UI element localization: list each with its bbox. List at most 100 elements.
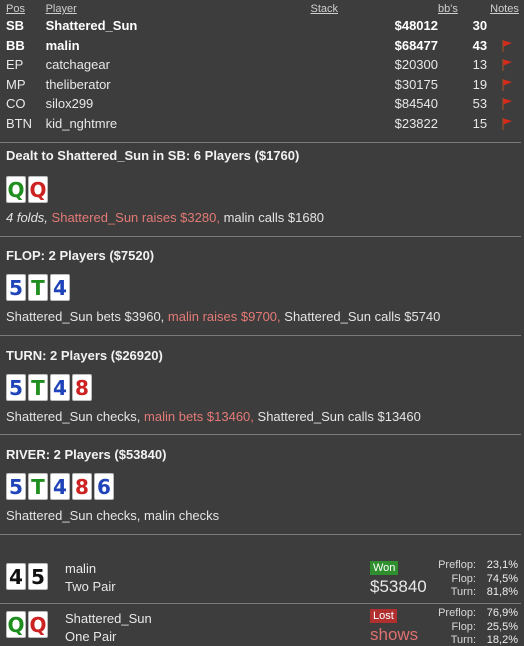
player-notes — [490, 114, 524, 134]
header-stack[interactable]: Stack — [310, 2, 438, 16]
header-pos[interactable]: Pos — [0, 2, 46, 16]
flop-action-1: Shattered_Sun bets $3960, — [6, 309, 165, 324]
card: Q — [28, 611, 48, 638]
note-flag-icon[interactable] — [500, 78, 514, 92]
player-bb: 13 — [472, 57, 488, 73]
result-row-winner: 45 malin Two Pair Won $53840 Preflop: 23,… — [0, 557, 524, 603]
equity-label: Turn: — [450, 634, 476, 646]
player-stack: $84540 — [394, 96, 438, 112]
player-notes — [490, 55, 524, 75]
result-hand: One Pair — [65, 629, 117, 644]
equity-value: 25,5% — [486, 620, 518, 633]
player-pos: BB — [6, 37, 25, 53]
divider — [0, 434, 521, 435]
result-cards: QQ — [0, 611, 48, 638]
player-name: kid_nghtmre — [45, 115, 118, 131]
card: 5 — [28, 563, 48, 590]
equity-stats: Preflop: 76,9% Flop: 25,5% Turn: 18,2% — [426, 607, 518, 646]
player-pos: BTN — [6, 115, 32, 131]
note-flag-icon[interactable] — [500, 97, 514, 111]
player-stack: $20300 — [394, 57, 438, 73]
player-name: Shattered_Sun — [45, 18, 138, 34]
header-bb[interactable]: bb's — [438, 2, 490, 16]
note-flag-icon[interactable] — [500, 39, 514, 53]
turn-action-2: malin bets $13460, — [144, 409, 254, 424]
player-stack: $68477 — [394, 37, 438, 53]
equity-label: Flop: — [451, 620, 476, 633]
divider — [0, 603, 521, 604]
preflop-folds: 4 folds, — [6, 210, 48, 225]
card: 4 — [50, 374, 70, 401]
equity-label: Flop: — [451, 572, 476, 585]
card: T — [28, 274, 48, 301]
note-flag-icon[interactable] — [500, 58, 514, 72]
preflop-section: Dealt to Shattered_Sun in SB: 6 Players … — [0, 148, 524, 225]
player-row[interactable]: SB Shattered_Sun $48012 30 — [0, 16, 524, 36]
river-section: RIVER: 2 Players ($53840) 5T486 Shattere… — [0, 447, 524, 523]
card: T — [28, 374, 48, 401]
turn-section: TURN: 2 Players ($26920) 5T48 Shattered_… — [0, 348, 524, 424]
card: Q — [6, 611, 26, 638]
player-notes — [490, 16, 524, 36]
equity-row: Turn: 18,2% — [426, 634, 518, 646]
player-pos: EP — [6, 57, 24, 73]
player-name: malin — [45, 37, 80, 53]
equity-value: 74,5% — [486, 572, 518, 585]
equity-value: 76,9% — [486, 607, 518, 619]
player-notes — [490, 75, 524, 95]
preflop-call: malin calls $1680 — [223, 210, 325, 225]
result-hand: Two Pair — [65, 579, 116, 594]
players-table: Pos Player Stack bb's Notes SB Shattered_… — [0, 2, 524, 133]
player-name: catchagear — [45, 57, 110, 73]
note-flag-icon[interactable] — [500, 117, 514, 131]
flop-title: FLOP: 2 Players ($7520) — [6, 248, 155, 263]
equity-value: 23,1% — [486, 559, 518, 571]
player-row[interactable]: MP theliberator $30175 19 — [0, 75, 524, 95]
card: 5 — [6, 473, 26, 500]
player-row[interactable]: BB malin $68477 43 — [0, 36, 524, 56]
result-player-name[interactable]: malin — [65, 561, 96, 576]
card: 5 — [6, 374, 26, 401]
divider — [0, 142, 521, 143]
result-player-name[interactable]: Shattered_Sun — [65, 611, 152, 626]
card: 4 — [50, 473, 70, 500]
won-badge: Won — [370, 561, 399, 575]
player-name: silox299 — [45, 96, 94, 112]
preflop-cards: QQ — [0, 176, 524, 203]
player-row[interactable]: EP catchagear $20300 13 — [0, 55, 524, 75]
player-stack: $48012 — [394, 18, 438, 34]
card: 5 — [6, 274, 26, 301]
card: 8 — [72, 473, 92, 500]
card: T — [28, 473, 48, 500]
players-header-row: Pos Player Stack bb's Notes — [0, 2, 524, 16]
equity-row: Flop: 25,5% — [426, 621, 518, 635]
player-row[interactable]: BTN kid_nghtmre $23822 15 — [0, 114, 524, 134]
flop-action-2: malin raises $9700, — [167, 309, 281, 324]
flop-action-3: Shattered_Sun calls $5740 — [284, 309, 441, 324]
header-player[interactable]: Player — [46, 2, 311, 16]
equity-row: Preflop: 76,9% — [426, 607, 518, 621]
header-notes[interactable]: Notes — [490, 2, 524, 16]
player-stack: $30175 — [394, 76, 438, 92]
player-stack: $23822 — [394, 115, 438, 131]
player-row[interactable]: CO silox299 $84540 53 — [0, 94, 524, 114]
player-pos: MP — [6, 76, 26, 92]
card: Q — [28, 176, 48, 203]
turn-actions: Shattered_Sun checks, malin bets $13460,… — [0, 409, 524, 424]
player-pos: SB — [6, 18, 25, 34]
preflop-raise: Shattered_Sun raises $3280, — [51, 210, 220, 225]
player-name: theliberator — [45, 76, 111, 92]
flop-actions: Shattered_Sun bets $3960, malin raises $… — [0, 309, 524, 324]
card: 8 — [72, 374, 92, 401]
card: 4 — [6, 563, 26, 590]
turn-action-3: Shattered_Sun calls $13460 — [257, 409, 421, 424]
flop-cards: 5T4 — [0, 274, 524, 301]
river-action-1: Shattered_Sun checks, malin checks — [6, 508, 220, 523]
divider — [0, 236, 521, 237]
equity-label: Preflop: — [438, 559, 476, 571]
river-actions: Shattered_Sun checks, malin checks — [0, 508, 524, 523]
equity-row: Preflop: 23,1% — [426, 559, 518, 573]
divider — [0, 534, 521, 535]
lost-badge: Lost — [370, 609, 397, 623]
card: 6 — [94, 473, 114, 500]
